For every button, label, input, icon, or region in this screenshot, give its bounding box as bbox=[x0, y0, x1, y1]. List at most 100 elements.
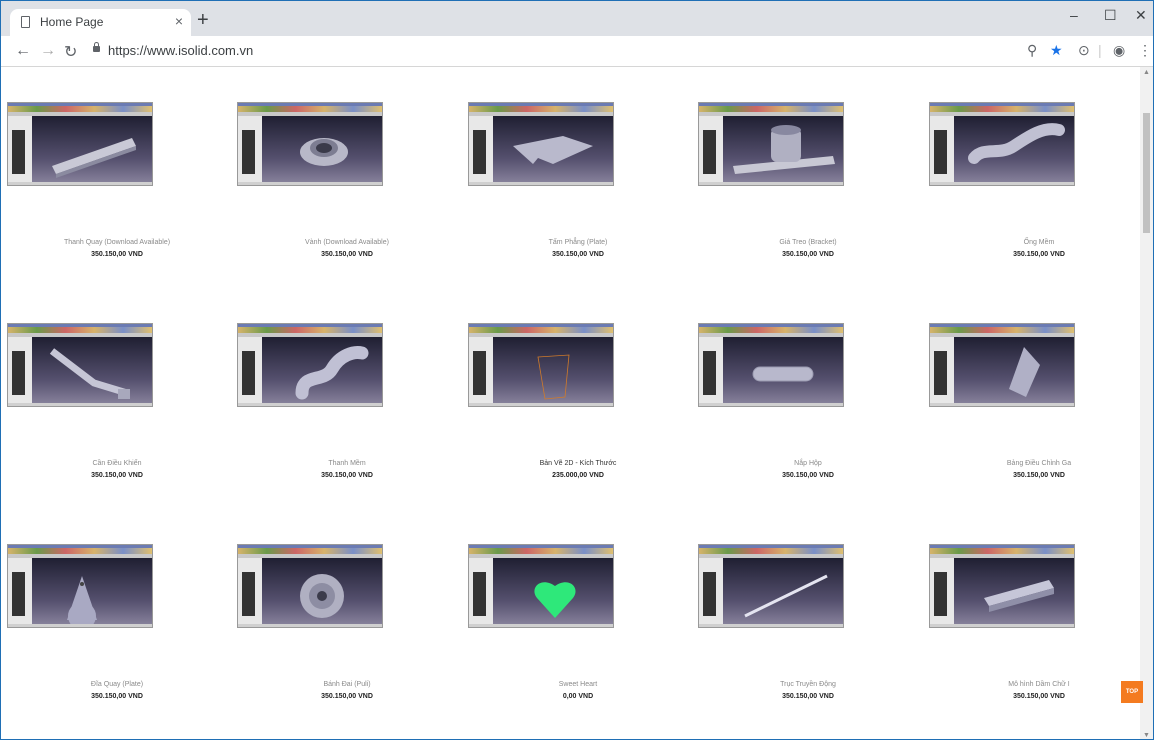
product-name[interactable]: Nắp Hộp bbox=[698, 460, 918, 467]
thumb-statusbar bbox=[238, 182, 382, 185]
product-name[interactable]: Vành (Download Available) bbox=[237, 239, 457, 246]
toolbar-divider: | bbox=[1098, 42, 1102, 58]
lock-icon bbox=[93, 42, 100, 52]
product-name[interactable]: Sweet Heart bbox=[468, 681, 688, 688]
zoom-icon[interactable]: ⚲ bbox=[1027, 42, 1037, 59]
product-thumbnail[interactable] bbox=[929, 544, 1075, 628]
thumb-sidebar bbox=[699, 116, 723, 185]
product-thumbnail[interactable] bbox=[237, 544, 383, 628]
thumb-sidebar bbox=[8, 337, 32, 406]
product-name[interactable]: Thanh Quay (Download Available) bbox=[7, 239, 227, 246]
profile-icon[interactable]: ◉ bbox=[1113, 42, 1125, 59]
thumb-statusbar bbox=[930, 182, 1074, 185]
thumb-sidebar bbox=[8, 116, 32, 185]
product-thumbnail[interactable] bbox=[7, 102, 153, 186]
thumb-panel bbox=[703, 351, 716, 395]
scroll-down-arrow-icon[interactable]: ▼ bbox=[1143, 732, 1150, 739]
new-tab-button[interactable]: + bbox=[197, 10, 209, 30]
product-price: 350.150,00 VND bbox=[782, 472, 834, 479]
thumb-sidebar bbox=[469, 337, 493, 406]
product-thumbnail[interactable] bbox=[929, 102, 1075, 186]
product-thumbnail[interactable] bbox=[929, 323, 1075, 407]
product-price: 350.150,00 VND bbox=[91, 472, 143, 479]
menu-icon[interactable]: ⋮ bbox=[1138, 42, 1152, 59]
product-thumbnail[interactable] bbox=[468, 102, 614, 186]
thumb-viewport bbox=[493, 337, 613, 406]
thumb-panel bbox=[473, 351, 486, 395]
thumb-sidebar bbox=[8, 558, 32, 627]
product-name[interactable]: Trục Truyền Động bbox=[698, 681, 918, 688]
thumb-model bbox=[49, 348, 130, 399]
thumb-model bbox=[968, 123, 1065, 164]
minimize-button[interactable]: – bbox=[1070, 7, 1078, 23]
thumb-model bbox=[1009, 347, 1040, 397]
product-thumbnail[interactable] bbox=[237, 102, 383, 186]
product-price: 350.150,00 VND bbox=[321, 251, 373, 258]
thumb-sidebar bbox=[238, 558, 262, 627]
maximize-button[interactable]: ☐ bbox=[1104, 7, 1117, 24]
product-thumbnail[interactable] bbox=[7, 544, 153, 628]
product-name[interactable]: Thanh Mềm bbox=[237, 460, 457, 467]
product-name[interactable]: Cần Điều Khiển bbox=[7, 460, 227, 467]
thumb-sidebar bbox=[699, 558, 723, 627]
address-bar[interactable]: https://www.isolid.com.vn bbox=[108, 43, 253, 58]
thumb-viewport bbox=[723, 558, 843, 627]
product-name[interactable]: Tấm Phẳng (Plate) bbox=[468, 239, 688, 246]
thumb-model bbox=[300, 574, 344, 618]
thumb-statusbar bbox=[699, 624, 843, 627]
product-price: 350.150,00 VND bbox=[91, 251, 143, 258]
thumb-model bbox=[537, 354, 570, 400]
thumb-statusbar bbox=[699, 182, 843, 185]
product-name[interactable]: Mô hình Dầm Chữ I bbox=[929, 681, 1149, 688]
product-name[interactable]: Bản Vẽ 2D - Kích Thước bbox=[468, 460, 688, 467]
product-name[interactable]: Đĩa Quay (Plate) bbox=[7, 681, 227, 688]
product-thumbnail[interactable] bbox=[468, 323, 614, 407]
thumb-model bbox=[744, 574, 828, 618]
bookmark-star-icon[interactable]: ★ bbox=[1050, 42, 1063, 59]
tab-home-page[interactable]: Home Page × bbox=[10, 9, 191, 36]
thumb-panel bbox=[934, 572, 947, 616]
thumb-panel bbox=[12, 351, 25, 395]
scroll-up-arrow-icon[interactable]: ▲ bbox=[1143, 69, 1150, 76]
product-name[interactable]: Bánh Đai (Puli) bbox=[237, 681, 457, 688]
thumb-panel bbox=[473, 130, 486, 174]
vertical-scrollbar[interactable]: ▲ ▼ bbox=[1140, 67, 1153, 739]
product-thumbnail[interactable] bbox=[7, 323, 153, 407]
product-thumbnail[interactable] bbox=[468, 544, 614, 628]
thumb-sidebar bbox=[238, 337, 262, 406]
thumb-model bbox=[52, 138, 136, 178]
thumb-statusbar bbox=[930, 403, 1074, 406]
product-price: 350.150,00 VND bbox=[782, 693, 834, 700]
close-window-button[interactable]: ✕ bbox=[1135, 7, 1147, 24]
thumb-viewport bbox=[723, 337, 843, 406]
thumb-viewport bbox=[32, 116, 152, 185]
product-price: 350.150,00 VND bbox=[782, 251, 834, 258]
thumb-viewport bbox=[954, 116, 1074, 185]
thumb-viewport bbox=[954, 337, 1074, 406]
product-name[interactable]: Bảng Điều Chỉnh Ga bbox=[929, 460, 1149, 467]
product-price: 350.150,00 VND bbox=[1013, 693, 1065, 700]
thumb-model bbox=[752, 366, 814, 382]
extension-icon[interactable]: ⊙ bbox=[1078, 42, 1090, 59]
back-to-top-button[interactable]: TOP bbox=[1121, 681, 1143, 703]
product-thumbnail[interactable] bbox=[237, 323, 383, 407]
thumb-panel bbox=[703, 130, 716, 174]
forward-arrow-icon[interactable]: → bbox=[40, 42, 56, 60]
product-name[interactable]: Giá Treo (Bracket) bbox=[698, 239, 918, 246]
product-thumbnail[interactable] bbox=[698, 323, 844, 407]
product-thumbnail[interactable] bbox=[698, 102, 844, 186]
tab-close-icon[interactable]: × bbox=[175, 13, 183, 29]
product-name[interactable]: Ống Mềm bbox=[929, 239, 1149, 246]
thumb-model bbox=[534, 582, 576, 618]
scrollbar-thumb[interactable] bbox=[1143, 113, 1150, 233]
thumb-statusbar bbox=[469, 182, 613, 185]
product-thumbnail[interactable] bbox=[698, 544, 844, 628]
thumb-viewport bbox=[32, 337, 152, 406]
thumb-sidebar bbox=[469, 116, 493, 185]
thumb-sidebar bbox=[930, 116, 954, 185]
thumb-model bbox=[984, 580, 1054, 612]
thumb-panel bbox=[703, 572, 716, 616]
back-arrow-icon[interactable]: ← bbox=[15, 42, 31, 60]
thumb-statusbar bbox=[930, 624, 1074, 627]
reload-icon[interactable]: ↻ bbox=[64, 42, 77, 62]
